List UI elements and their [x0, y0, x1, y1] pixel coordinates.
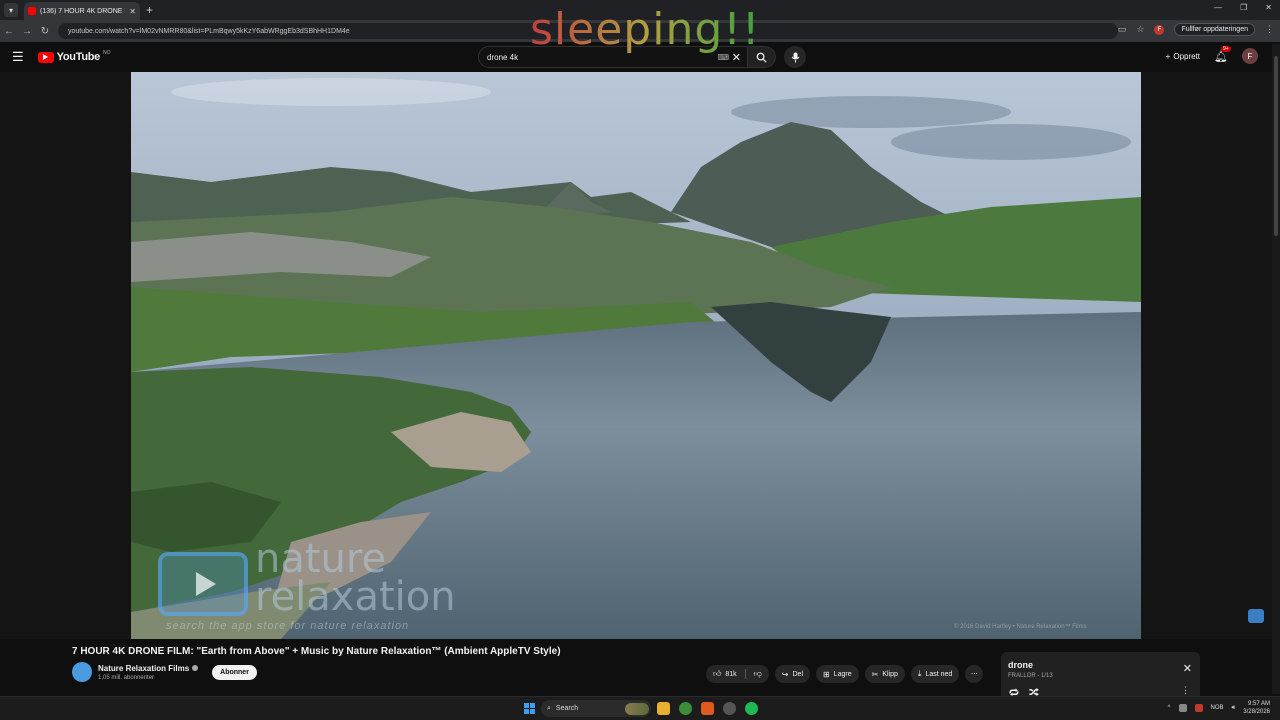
youtube-play-icon	[37, 51, 54, 63]
video-actions: 👍︎ 81k 👎︎ ↪ Del ⊞ Lagre ✂ Klipp ⤓ Last n…	[706, 665, 984, 683]
youtube-logo[interactable]: YouTube NO	[37, 50, 111, 63]
voice-search-button[interactable]	[784, 46, 806, 68]
extension-icon[interactable]: F	[1154, 24, 1165, 35]
browser-menu-icon[interactable]: ⋮	[1265, 24, 1274, 35]
like-count[interactable]: 81k	[725, 671, 736, 678]
window-close-icon[interactable]: ✕	[1265, 3, 1272, 12]
channel-watermark-icon[interactable]	[1248, 609, 1264, 623]
microphone-icon	[791, 52, 799, 62]
scrollbar-thumb[interactable]	[1274, 56, 1278, 236]
maximize-icon[interactable]: ❐	[1240, 3, 1247, 12]
channel-row: Nature Relaxation Films 1,05 mill. abonn…	[72, 662, 257, 682]
like-divider	[744, 669, 746, 679]
share-button[interactable]: ↪ Del	[774, 665, 811, 683]
playlist-panel: drone FRALLOR - 1/13 ✕ 🔁︎ 🔀︎ ⋮	[1001, 652, 1200, 700]
share-icon: ↪	[781, 669, 789, 679]
video-title: 7 HOUR 4K DRONE FILM: "Earth from Above"…	[72, 646, 561, 657]
tray-flag-icon[interactable]	[1194, 704, 1203, 712]
download-button[interactable]: ⤓ Last ned	[910, 665, 960, 683]
youtube-logo-text: YouTube	[56, 51, 101, 63]
update-button[interactable]: Fullfør oppdateringen	[1174, 23, 1255, 36]
reload-icon[interactable]: ↻	[36, 26, 54, 37]
like-dislike-group: 👍︎ 81k 👎︎	[706, 665, 769, 683]
taskbar: ⌕ Search ^ NOB 🔊︎ 9:57 AM 3/28/2026	[0, 696, 1280, 720]
account-avatar[interactable]: F	[1242, 48, 1258, 64]
tab-close-icon[interactable]: ✕	[129, 7, 136, 16]
channel-avatar[interactable]	[72, 662, 92, 682]
create-label: Opprett	[1173, 51, 1201, 61]
youtube-favicon-icon	[28, 7, 36, 15]
chrome-icon[interactable]	[679, 702, 692, 715]
playlist-subtitle: FRALLOR - 1/13	[1008, 673, 1053, 679]
spotify-icon[interactable]	[745, 702, 758, 715]
address-bar-actions: ▭ ☆ F Fullfør oppdateringen ⋮	[1118, 23, 1274, 36]
overlay-sleeping-text: sleeping!!	[530, 4, 761, 55]
clip-label: Klipp	[882, 670, 898, 678]
notification-badge: 9+	[1221, 45, 1231, 52]
more-actions-button[interactable]: ⋯	[965, 665, 984, 683]
subscribe-button[interactable]: Abonner	[212, 664, 257, 680]
minimize-icon[interactable]: —	[1214, 3, 1222, 12]
bookmark-star-icon[interactable]: ☆	[1136, 24, 1144, 35]
watermark-tagline: search the app store for nature relaxati…	[166, 620, 410, 632]
cast-icon[interactable]: ▭	[1118, 24, 1127, 35]
channel-name[interactable]: Nature Relaxation Films	[98, 664, 189, 673]
tab-title: (136) 7 HOUR 4K DRONE FILM: "Earth from …	[40, 7, 125, 15]
tray-app-icon[interactable]	[1178, 704, 1187, 712]
taskbar-search-label: Search	[555, 705, 579, 712]
download-icon: ⤓	[917, 669, 922, 678]
window-controls: — ❐ ✕	[1214, 3, 1272, 12]
save-label: Lagre	[833, 670, 852, 678]
windows-start-icon[interactable]	[524, 703, 535, 714]
save-button[interactable]: ⊞ Lagre	[816, 665, 859, 683]
system-tray: ^ NOB 🔊︎ 9:57 AM 3/28/2026	[1168, 700, 1270, 716]
country-code: NO	[102, 50, 111, 56]
watermark-copyright: © 2016 David Hartley • Nature Relaxation…	[954, 624, 1087, 630]
search-highlight-image	[625, 702, 649, 715]
url-text: youtube.com/watch?v=lM02vNMRR80&list=PLm…	[68, 27, 350, 35]
search-query: drone 4k	[487, 52, 519, 62]
menu-icon[interactable]: ☰	[12, 49, 24, 65]
back-icon[interactable]: ←	[0, 26, 18, 37]
playlist-more-icon[interactable]: ⋮	[1181, 685, 1190, 696]
clock-time: 9:57 AM	[1247, 701, 1270, 707]
brave-icon[interactable]	[701, 702, 714, 715]
bell-icon: 🔔︎	[1214, 50, 1228, 63]
tray-overflow-icon[interactable]: ^	[1168, 705, 1171, 711]
watermark-line-2: relaxation	[255, 574, 456, 620]
like-icon[interactable]: 👍︎	[713, 669, 721, 679]
more-horizontal-icon: ⋯	[970, 671, 978, 678]
watermark-line-1: nature	[255, 536, 387, 582]
channel-info: Nature Relaxation Films 1,05 mill. abonn…	[98, 664, 199, 681]
clip-button[interactable]: ✂ Klipp	[864, 665, 905, 683]
tab-search-button[interactable]: ▾	[4, 3, 18, 17]
file-explorer-icon[interactable]	[657, 702, 670, 715]
playlist-title[interactable]: drone	[1008, 660, 1033, 670]
forward-icon[interactable]: →	[18, 26, 36, 37]
dislike-icon[interactable]: 👎︎	[754, 669, 762, 679]
playlist-close-icon[interactable]: ✕	[1183, 662, 1192, 675]
clock-date: 3/28/2026	[1243, 709, 1270, 715]
plus-icon: +	[1165, 51, 1171, 61]
nature-relaxation-logo-icon	[158, 552, 248, 616]
bookmark-icon: ⊞	[823, 669, 830, 679]
browser-tab[interactable]: (136) 7 HOUR 4K DRONE FILM: "Earth from …	[24, 2, 140, 20]
taskbar-search[interactable]: ⌕ Search	[541, 700, 651, 717]
new-tab-icon[interactable]: +	[146, 3, 153, 17]
taskbar-clock[interactable]: 9:57 AM 3/28/2026	[1243, 700, 1270, 716]
channel-name-row: Nature Relaxation Films	[98, 664, 199, 673]
header-actions: + Opprett 🔔︎ 9+ F	[1166, 45, 1258, 64]
scissors-icon: ✂	[871, 669, 879, 679]
create-button[interactable]: + Opprett	[1166, 52, 1200, 61]
notifications-button[interactable]: 🔔︎ 9+	[1214, 45, 1231, 63]
download-label: Last ned	[925, 670, 953, 678]
clock-app-icon[interactable]	[723, 702, 736, 715]
taskbar-search-icon: ⌕	[547, 704, 551, 712]
network-volume-icon[interactable]: 🔊︎	[1232, 705, 1236, 712]
language-indicator[interactable]: NOB	[1211, 705, 1224, 711]
subscriber-count: 1,05 mill. abonnenter	[98, 674, 155, 681]
verified-icon	[192, 665, 199, 671]
watermark-text: nature relaxation	[255, 536, 456, 620]
share-label: Del	[792, 670, 804, 678]
